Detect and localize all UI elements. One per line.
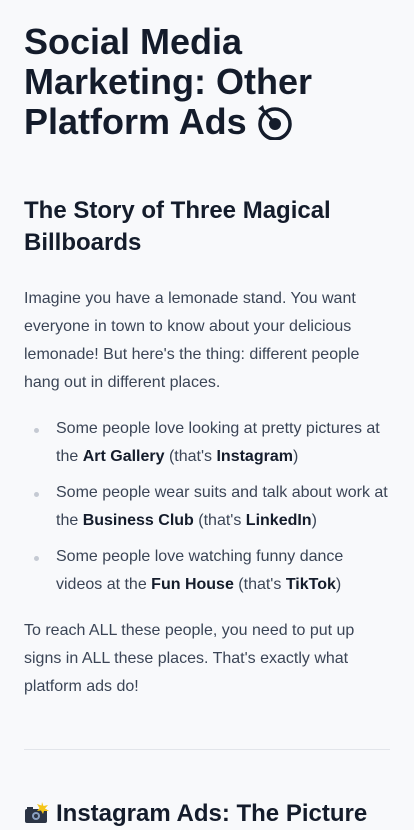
place-name: Fun House (151, 576, 234, 593)
title-line-2: Marketing: Other (24, 61, 313, 102)
list-item: Some people love looking at pretty pictu… (34, 415, 390, 471)
intro-paragraph: Imagine you have a lemonade stand. You w… (24, 290, 360, 391)
section-divider (24, 749, 390, 750)
page-title: Social Media Marketing: Other Platform A… (24, 22, 390, 142)
platform-name: LinkedIn (245, 512, 312, 529)
outro-paragraph: To reach ALL these people, you need to p… (24, 622, 355, 695)
section-heading-billboards: The Story of Three Magical Billboards (24, 197, 331, 256)
list-item: Some people wear suits and talk about wo… (34, 479, 390, 535)
place-name: Business Club (82, 512, 194, 529)
platform-name: Instagram (216, 448, 293, 465)
article: Social Media Marketing: Other Platform A… (0, 0, 414, 830)
list-item: Some people love watching funny dance vi… (34, 543, 390, 599)
audience-list: Some people love looking at pretty pictu… (24, 415, 390, 599)
platform-name: TikTok (285, 576, 336, 593)
section-heading-instagram: Instagram Ads: The Picture (24, 798, 390, 830)
title-line-1: Social Media (24, 21, 243, 62)
target-icon (257, 105, 292, 140)
place-name: Art Gallery (82, 448, 165, 465)
camera-flash-icon (25, 802, 49, 823)
title-line-3: Platform Ads (24, 101, 247, 142)
